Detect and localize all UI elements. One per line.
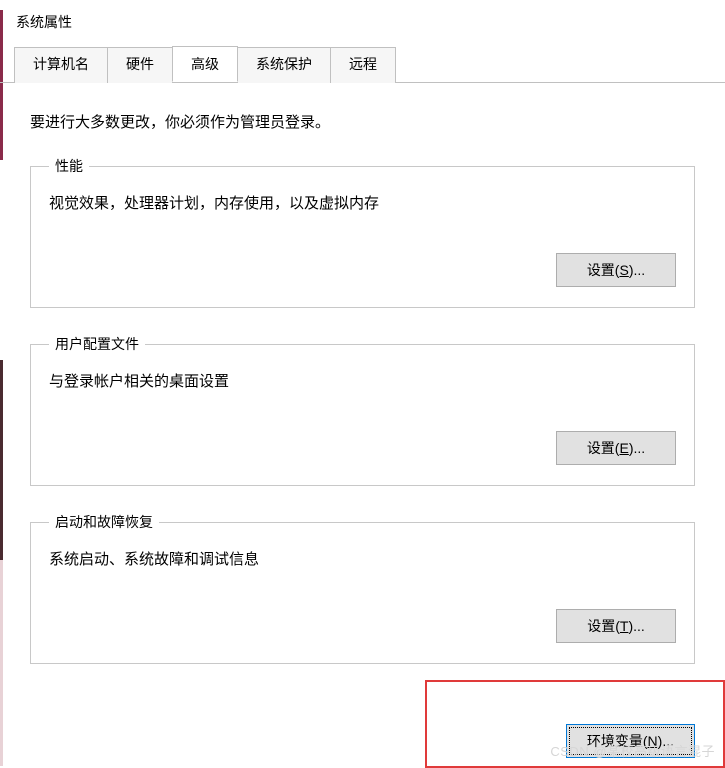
- tab-computer-name[interactable]: 计算机名: [14, 47, 108, 83]
- window-title: 系统属性: [0, 0, 725, 46]
- group-performance: 性能 视觉效果，处理器计划，内存使用，以及虚拟内存 设置(S)...: [30, 156, 695, 308]
- tab-hardware[interactable]: 硬件: [107, 47, 173, 83]
- performance-settings-button[interactable]: 设置(S)...: [556, 253, 676, 287]
- recovery-settings-button[interactable]: 设置(T)...: [556, 609, 676, 643]
- group-performance-desc: 视觉效果，处理器计划，内存使用，以及虚拟内存: [49, 192, 676, 213]
- group-user-profiles: 用户配置文件 与登录帐户相关的桌面设置 设置(E)...: [30, 334, 695, 486]
- intro-text: 要进行大多数更改，你必须作为管理员登录。: [30, 111, 695, 132]
- watermark-text: CSDN @某校高级语言混子: [550, 741, 715, 760]
- group-performance-legend: 性能: [49, 156, 89, 176]
- tab-system-protection[interactable]: 系统保护: [237, 47, 331, 83]
- tab-strip: 计算机名 硬件 高级 系统保护 远程: [0, 46, 725, 83]
- tab-advanced[interactable]: 高级: [172, 46, 238, 82]
- tab-remote[interactable]: 远程: [330, 47, 396, 83]
- tab-content-advanced: 要进行大多数更改，你必须作为管理员登录。 性能 视觉效果，处理器计划，内存使用，…: [0, 83, 725, 710]
- profiles-settings-button[interactable]: 设置(E)...: [556, 431, 676, 465]
- left-edge-decoration: [0, 0, 3, 766]
- group-startup-recovery-desc: 系统启动、系统故障和调试信息: [49, 548, 676, 569]
- system-properties-window: 系统属性 计算机名 硬件 高级 系统保护 远程 要进行大多数更改，你必须作为管理…: [0, 0, 725, 766]
- group-user-profiles-desc: 与登录帐户相关的桌面设置: [49, 370, 676, 391]
- group-startup-recovery-legend: 启动和故障恢复: [49, 512, 159, 532]
- group-startup-recovery: 启动和故障恢复 系统启动、系统故障和调试信息 设置(T)...: [30, 512, 695, 664]
- group-user-profiles-legend: 用户配置文件: [49, 334, 145, 354]
